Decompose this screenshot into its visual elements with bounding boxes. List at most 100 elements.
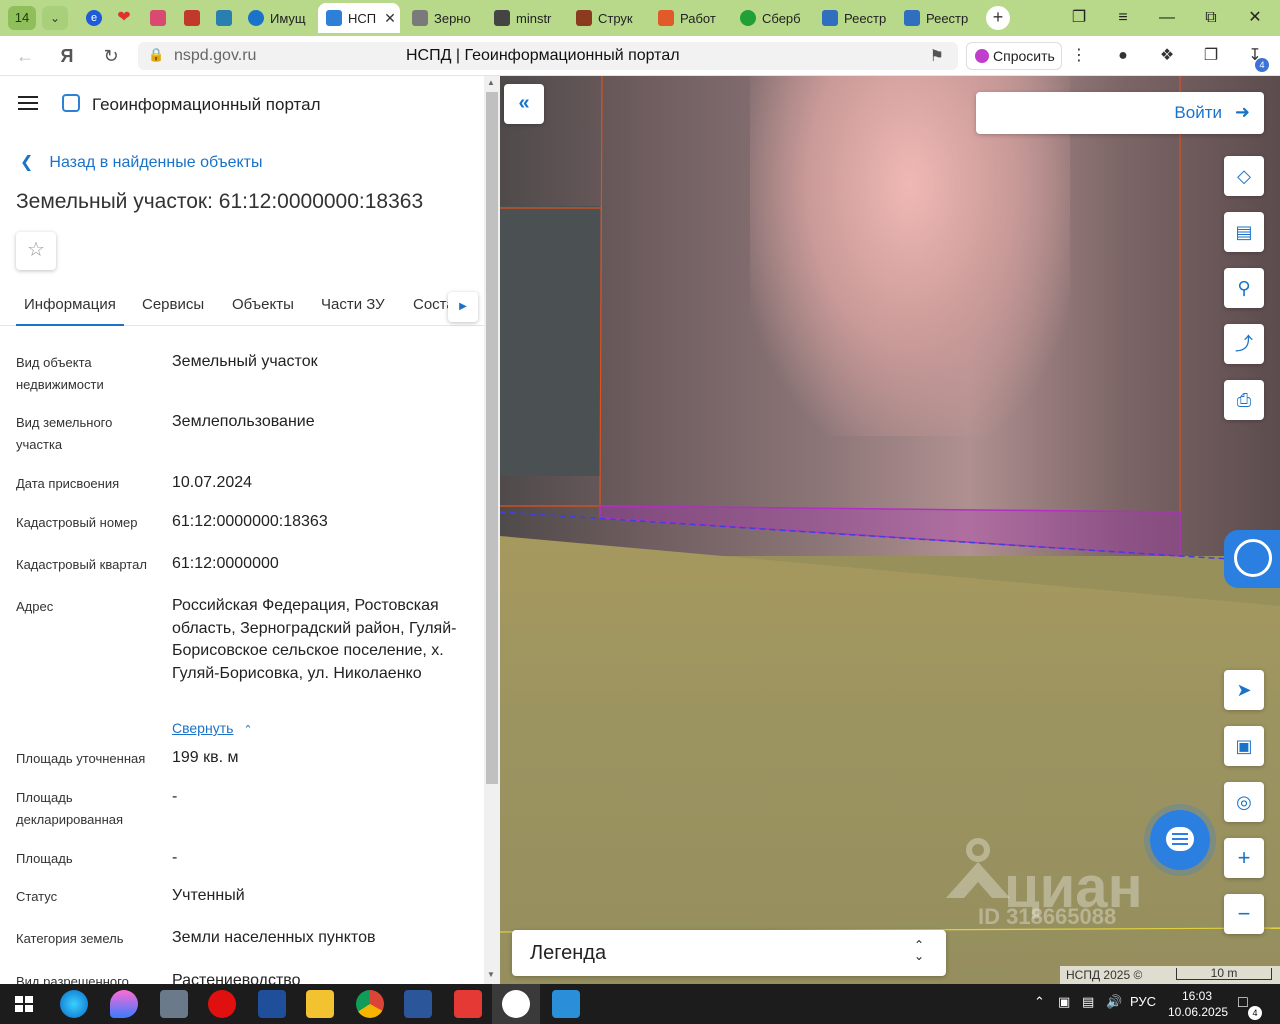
network-icon[interactable]: ▤ [1082,994,1094,1010]
ruler-icon[interactable]: ▤ [1224,212,1264,252]
menu-icon[interactable]: ≡ [1110,6,1136,30]
tab-parts[interactable]: Части ЗУ [321,296,385,313]
layers-icon[interactable]: ◇ [1224,156,1264,196]
print-icon[interactable]: ⎙ [1224,380,1264,420]
chevron-down-icon[interactable]: ⌄ [42,6,68,30]
tab-label: Реестр [926,10,969,26]
collapse-link[interactable]: Свернуть ⌃ [172,720,253,736]
neighbour-boundary [500,76,603,507]
portal-logo-icon [62,94,80,112]
star-icon[interactable]: ☆ [16,232,56,270]
bookmark-icon[interactable]: ⚑ [930,46,944,66]
login-icon: ➜ [1234,102,1250,122]
tab-count-button[interactable]: 14 [8,6,36,30]
scroll-up-icon[interactable]: ▲ [487,78,495,87]
windows-start-icon[interactable] [10,990,38,1018]
restore-icon[interactable]: ⧉ [1198,6,1224,30]
prop-value: Землепользование [172,413,315,430]
paint-icon[interactable] [110,990,138,1018]
browser-tab[interactable]: Зерно [404,3,484,33]
tray-expand-icon[interactable]: ⌃ [1034,994,1045,1010]
tab-manager-icon[interactable]: ❐ [1066,6,1092,30]
browser-tab[interactable]: e [78,3,108,33]
tab-label: Реестр [844,10,887,26]
security-icon[interactable]: ▣ [1058,994,1070,1010]
locate-icon[interactable]: ◎ [1224,782,1264,822]
more-icon[interactable]: ⋮ [1066,44,1092,68]
scroll-down-icon[interactable]: ▼ [487,970,495,979]
browser-tab[interactable]: Сберб [732,3,812,33]
collections-icon[interactable]: ❐ [1198,44,1224,68]
folder-icon[interactable] [306,990,334,1018]
map-attribution: НСПД 2025 © 10 m [1060,966,1280,984]
hamburger-menu-icon[interactable] [18,96,38,110]
chat-button[interactable] [1150,810,1210,870]
browser-tab[interactable] [208,3,240,33]
chrome-icon[interactable] [356,990,384,1018]
volume-icon[interactable]: 🔊 [1106,994,1122,1010]
extension-avatar-icon[interactable]: ● [1110,44,1136,68]
browser-tab[interactable] [176,3,208,33]
feedback-icon [1234,539,1272,577]
zoom-out-icon[interactable]: − [1224,894,1264,934]
browser-tab[interactable]: Реестр [896,3,976,33]
address-value: Российская Федерация, Ростовская область… [172,597,457,682]
browser-tab[interactable]: Работ [650,3,730,33]
reload-icon[interactable]: ↻ [98,44,124,68]
notification-icon[interactable]: □ [1238,994,1248,1012]
opera-icon[interactable] [208,990,236,1018]
puzzle-icon[interactable]: ❖ [1154,44,1180,68]
edge-icon[interactable] [60,990,88,1018]
clock[interactable]: 16:03 10.06.2025 [1168,988,1229,1020]
word-icon[interactable] [404,990,432,1018]
address-field[interactable]: 🔒 nspd.gov.ru НСПД | Геоинформационный п… [138,42,958,70]
legend-dropdown[interactable]: Легенда ⌃ ⌄ [512,930,946,976]
tab-objects[interactable]: Объекты [232,296,294,313]
minimap-icon[interactable]: ▣ [1224,726,1264,766]
browser-tab-active[interactable]: НСП ✕ [318,3,400,33]
ask-button[interactable]: Спросить [966,42,1062,70]
prop-label: Кадастровый квартал [16,557,147,572]
chevron-up-icon: ⌃ [243,724,253,736]
collapse-label: Свернуть [172,720,234,736]
collapse-panel-button[interactable]: « [504,84,544,124]
browser-tab[interactable]: minstr [486,3,566,33]
legend-label: Легенда [530,942,607,964]
browser-tab[interactable]: Реестр [814,3,894,33]
language-indicator[interactable]: РУС [1130,994,1156,1009]
remote-app-icon[interactable] [552,990,580,1018]
yandex-icon[interactable]: Я [54,44,80,68]
area-search-icon[interactable]: ⚲ [1224,268,1264,308]
login-label: Войти [1174,103,1222,122]
calculator-icon[interactable] [160,990,188,1018]
tabs-scroll-right-button[interactable]: ▶ [448,292,478,322]
clock-date: 10.06.2025 [1168,1005,1229,1019]
browser-tab[interactable]: Имущ [240,3,318,33]
tab-information[interactable]: Информация [16,296,124,326]
page-title: НСПД | Геоинформационный портал [406,47,680,64]
login-button[interactable]: Войти ➜ [976,92,1264,134]
prop-label: Адрес [16,599,54,614]
back-to-results-link[interactable]: ❮ Назад в найденные объекты [20,152,263,172]
browser-tab[interactable]: ❤ [108,3,142,33]
yandex-browser-icon[interactable] [502,990,530,1018]
new-tab-button[interactable]: + [986,6,1010,30]
ask-label: Спросить [993,48,1055,64]
browser-tab[interactable] [142,3,176,33]
tab-services[interactable]: Сервисы [142,296,204,313]
browser-tab[interactable]: Струк [568,3,648,33]
yandex-app-icon[interactable] [454,990,482,1018]
minimize-icon[interactable]: — [1154,6,1180,30]
navigate-icon[interactable]: ➤ [1224,670,1264,710]
panel-scroll-thumb[interactable] [486,92,498,784]
share-icon[interactable]: ⤴ [1224,324,1264,364]
feedback-tab[interactable] [1224,530,1280,588]
tab-label: Струк [598,10,633,26]
close-icon[interactable]: ✕ [384,10,396,27]
prop-label: Дата присвоения [16,476,120,491]
zoom-in-icon[interactable]: + [1224,838,1264,878]
dots-icon [658,10,674,26]
close-window-icon[interactable]: ✕ [1242,6,1268,30]
registry-app-icon[interactable] [258,990,286,1018]
back-arrow-icon[interactable]: ← [12,44,38,68]
